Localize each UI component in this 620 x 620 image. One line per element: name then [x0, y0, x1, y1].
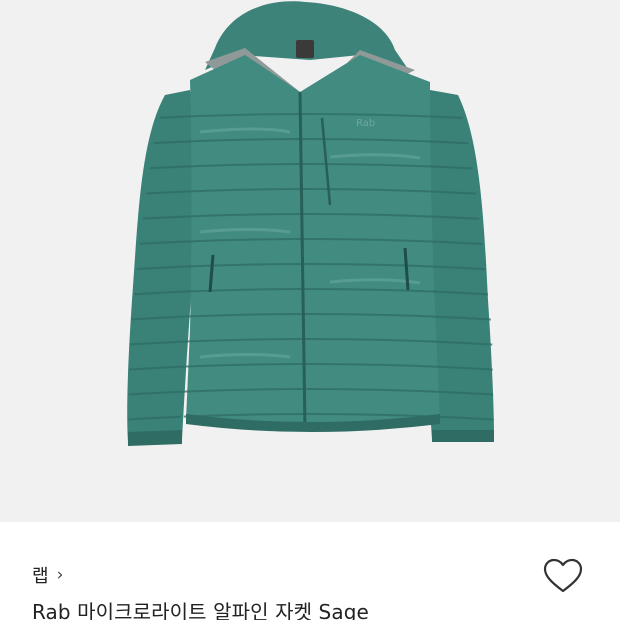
brand-name[interactable]: 랩: [32, 562, 49, 588]
like-button[interactable]: [540, 554, 586, 598]
chevron-right-icon: ›: [56, 564, 64, 585]
jacket-tag: [296, 40, 314, 58]
jacket-body: [186, 55, 440, 430]
jacket-logo: Rab: [356, 118, 375, 129]
heart-icon: [543, 558, 583, 593]
product-image[interactable]: Rab: [0, 0, 620, 522]
brand-link[interactable]: 랩 ›: [32, 562, 63, 588]
product-info: 랩 › Rab 마이크로라이트 알파인 자켓 Sage: [0, 522, 620, 620]
jacket-illustration: Rab: [127, 1, 494, 446]
product-title: Rab 마이크로라이트 알파인 자켓 Sage: [32, 600, 369, 620]
